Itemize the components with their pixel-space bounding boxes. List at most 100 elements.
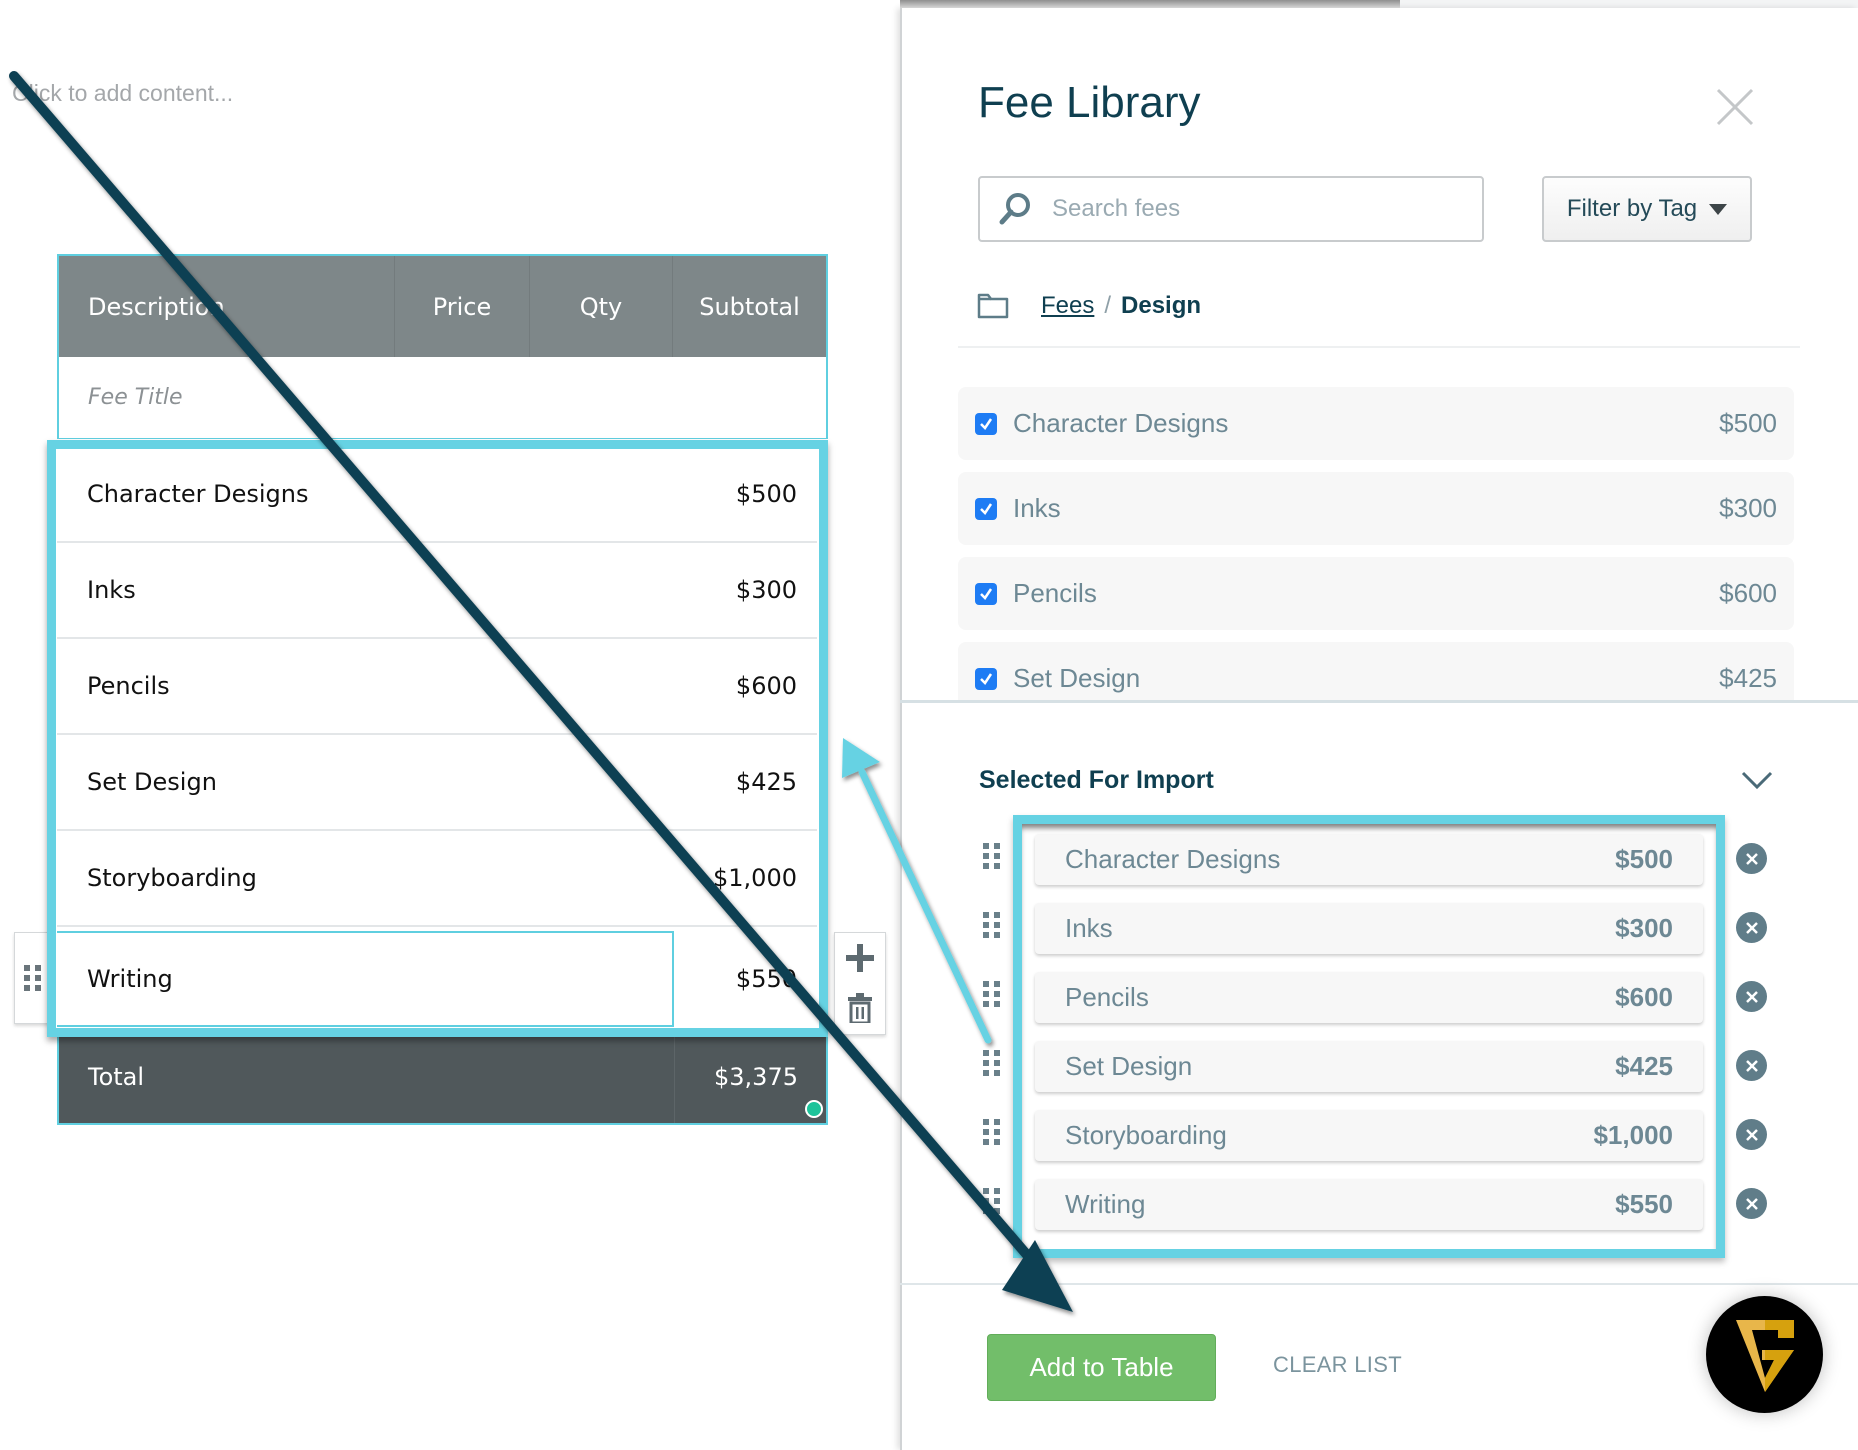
- checkbox-checked[interactable]: [975, 412, 997, 435]
- remove-item-button[interactable]: [1736, 912, 1767, 943]
- search-input[interactable]: [1052, 195, 1452, 223]
- import-item-name: Inks: [1065, 913, 1113, 943]
- fee-price: $300: [1719, 493, 1777, 523]
- drag-handle[interactable]: [983, 1119, 1003, 1149]
- resize-handle[interactable]: [805, 1100, 823, 1118]
- checkbox-checked[interactable]: [975, 667, 997, 690]
- row-subtotal: $300: [735, 576, 797, 604]
- remove-item-button[interactable]: [1736, 843, 1767, 874]
- plus-icon[interactable]: [846, 943, 874, 972]
- import-item[interactable]: Character Designs $500: [1035, 834, 1703, 885]
- grip-icon: [23, 965, 41, 991]
- fee-name: Set Design: [1013, 663, 1141, 693]
- fee-list-item[interactable]: Pencils $600: [958, 557, 1794, 630]
- drag-handle[interactable]: [983, 1188, 1003, 1218]
- footer-divider: [900, 1283, 1858, 1285]
- app-logo-button[interactable]: [1706, 1296, 1823, 1413]
- row-drag-handle[interactable]: [14, 932, 50, 1024]
- import-item[interactable]: Set Design $425: [1035, 1041, 1703, 1092]
- remove-item-button[interactable]: [1736, 1188, 1767, 1219]
- row-description[interactable]: Inks: [87, 576, 136, 604]
- fee-list-item[interactable]: Inks $300: [958, 472, 1794, 545]
- row-description[interactable]: Set Design: [87, 768, 217, 796]
- import-item-price: $500: [1615, 844, 1673, 874]
- drag-handle[interactable]: [983, 981, 1003, 1011]
- clear-list-button[interactable]: CLEAR LIST: [1273, 1352, 1402, 1378]
- column-header-description: Description: [59, 256, 395, 357]
- search-box[interactable]: [978, 176, 1484, 242]
- panel-top-edge: [900, 0, 1400, 8]
- fee-price: $425: [1719, 663, 1777, 693]
- import-item-price: $550: [1615, 1189, 1673, 1219]
- breadcrumb-fees-link[interactable]: Fees: [1041, 292, 1094, 320]
- table-header: Description Price Qty Subtotal: [59, 256, 826, 357]
- filter-label: Filter by Tag: [1566, 195, 1698, 222]
- check-icon: [980, 417, 993, 430]
- import-item-price: $600: [1615, 982, 1673, 1012]
- column-header-price: Price: [395, 256, 530, 357]
- total-column-divider: [674, 1030, 675, 1123]
- row-subtotal: $1,000: [713, 864, 797, 892]
- import-item-price: $425: [1615, 1051, 1673, 1081]
- import-item-name: Writing: [1065, 1189, 1146, 1219]
- add-to-table-button[interactable]: Add to Table: [987, 1334, 1216, 1401]
- import-item[interactable]: Inks $300: [1035, 903, 1703, 954]
- drag-handle[interactable]: [983, 1050, 1003, 1080]
- breadcrumb: Fees / Design: [977, 286, 1201, 326]
- table-row[interactable]: Inks $300: [57, 543, 817, 639]
- panel-title: Fee Library: [978, 78, 1201, 127]
- grip-icon: [983, 843, 1003, 869]
- check-icon: [980, 502, 993, 515]
- row-description[interactable]: Storyboarding: [87, 864, 257, 892]
- folder-icon: [977, 293, 1009, 319]
- total-label: Total: [88, 1062, 145, 1091]
- drag-handle[interactable]: [983, 912, 1003, 942]
- grip-icon: [983, 1188, 1003, 1214]
- row-description[interactable]: Writing: [87, 965, 173, 993]
- table-row[interactable]: Character Designs $500: [57, 447, 817, 543]
- import-item[interactable]: Pencils $600: [1035, 972, 1703, 1023]
- fee-list-item[interactable]: Set Design $425: [958, 642, 1794, 702]
- import-item[interactable]: Writing $550: [1035, 1179, 1703, 1230]
- list-divider: [900, 700, 1858, 703]
- table-row[interactable]: Pencils $600: [57, 639, 817, 735]
- total-value: $3,375: [714, 1062, 798, 1091]
- import-item-name: Set Design: [1065, 1051, 1193, 1081]
- checkbox-checked[interactable]: [975, 582, 997, 605]
- fee-list[interactable]: Character Designs $500 Inks $300 Pencils…: [900, 380, 1858, 702]
- import-item-price: $1,000: [1593, 1120, 1673, 1150]
- remove-item-button[interactable]: [1736, 1119, 1767, 1150]
- close-icon: [1745, 1059, 1758, 1072]
- fee-list-item[interactable]: Character Designs $500: [958, 387, 1794, 460]
- import-item[interactable]: Storyboarding $1,000: [1035, 1110, 1703, 1161]
- filter-by-tag-dropdown[interactable]: Filter by Tag: [1542, 176, 1752, 242]
- divider: [958, 346, 1800, 348]
- check-icon: [980, 587, 993, 600]
- drag-handle[interactable]: [983, 843, 1003, 873]
- import-item-name: Character Designs: [1065, 844, 1281, 874]
- add-content-placeholder[interactable]: Click to add content...: [12, 80, 233, 107]
- breadcrumb-current: Design: [1121, 292, 1202, 319]
- close-icon: [1745, 990, 1758, 1003]
- grip-icon: [983, 981, 1003, 1007]
- fee-price: $500: [1719, 408, 1777, 438]
- import-item-name: Storyboarding: [1065, 1120, 1227, 1150]
- fee-title-input[interactable]: Fee Title: [59, 357, 826, 439]
- caret-down-icon: [1709, 203, 1728, 215]
- checkbox-checked[interactable]: [975, 497, 997, 520]
- remove-item-button[interactable]: [1736, 1050, 1767, 1081]
- close-icon[interactable]: [1714, 86, 1756, 128]
- fee-name: Inks: [1013, 493, 1061, 523]
- chevron-down-icon[interactable]: [1740, 766, 1774, 794]
- row-description[interactable]: Pencils: [87, 672, 170, 700]
- row-description[interactable]: Character Designs: [87, 480, 308, 508]
- grip-icon: [983, 912, 1003, 938]
- table-row[interactable]: Storyboarding $1,000: [57, 831, 817, 927]
- import-item-name: Pencils: [1065, 982, 1149, 1012]
- trash-icon[interactable]: [848, 993, 872, 1024]
- table-row[interactable]: Writing $550: [57, 931, 817, 1027]
- remove-item-button[interactable]: [1736, 981, 1767, 1012]
- fee-table: Description Price Qty Subtotal Fee Title: [57, 254, 828, 439]
- fee-name: Character Designs: [1013, 408, 1229, 438]
- table-row[interactable]: Set Design $425: [57, 735, 817, 831]
